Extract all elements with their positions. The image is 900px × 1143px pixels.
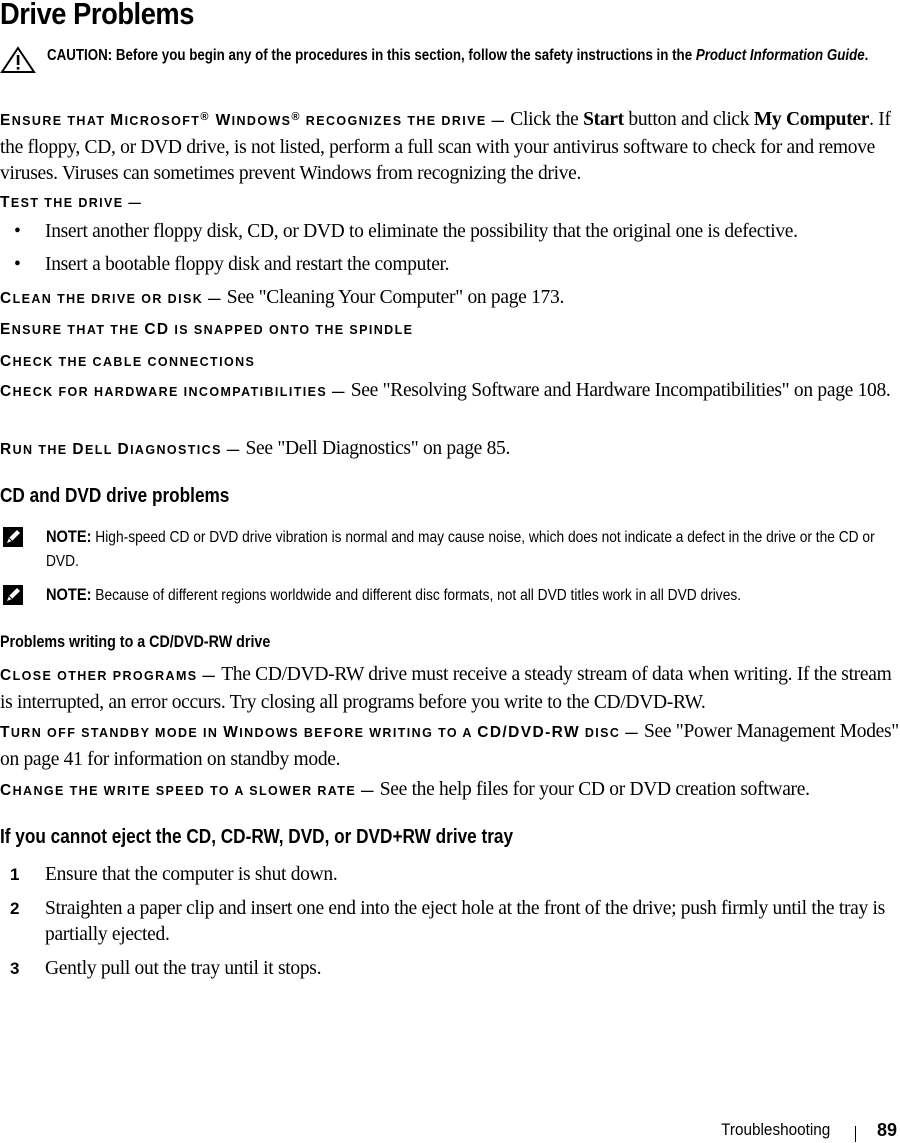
step-number: 1: [10, 865, 20, 884]
footer-section-title: Troubleshooting: [720, 1120, 830, 1139]
test-drive-heading: Test the drive —: [0, 194, 143, 211]
warning-triangle-icon: [0, 46, 36, 73]
bullet-icon: •: [14, 221, 21, 242]
check-cable-heading: Check the cable connections: [0, 353, 256, 370]
note-pencil-icon: [3, 527, 23, 547]
cd-dvd-heading: CD and DVD drive problems: [0, 485, 230, 507]
incompatibilities-page-ref[interactable]: See "Resolving Software and Hardware Inc…: [351, 380, 891, 401]
writing-heading: Problems writing to a CD/DVD-RW drive: [0, 632, 271, 651]
bullet-icon: •: [14, 254, 21, 275]
note-label: NOTE:: [46, 527, 92, 546]
start-button-ref: Start: [583, 109, 624, 131]
diagnostics-page-ref[interactable]: See "Dell Diagnostics" on page 85.: [246, 438, 511, 459]
my-computer-ref: My Computer: [753, 109, 870, 131]
step-number: 2: [10, 899, 20, 918]
run-diagnostics-paragraph: Run the Dell Diagnostics — See "Dell Dia…: [0, 438, 511, 459]
clean-drive-paragraph: Clean the drive or disk — See "Cleaning …: [0, 287, 565, 308]
eject-heading: If you cannot eject the CD, CD-RW, DVD, …: [0, 826, 514, 848]
note-pencil-icon: [3, 585, 23, 605]
guide-name: Product Information Guide: [695, 47, 865, 64]
close-programs-paragraph: Close other programs — The CD/DVD-RW dri…: [0, 664, 892, 713]
caution-label: CAUTION:: [47, 47, 113, 64]
write-speed-paragraph: Change the write speed to a slower rate …: [0, 779, 810, 800]
step-number: 3: [10, 959, 20, 978]
ensure-windows-lead: Ensure that Microsoft® Windows® recogniz…: [0, 111, 511, 130]
page-footer: Troubleshooting 89: [0, 1120, 900, 1142]
footer-divider: [855, 1126, 856, 1142]
standby-paragraph: Turn off standby mode in Windows before …: [0, 721, 899, 770]
caution-text: CAUTION: Before you begin any of the pro…: [47, 47, 869, 64]
check-hardware-paragraph: Check for hardware incompatibilities — S…: [0, 380, 891, 401]
ensure-cd-heading: Ensure that the CD is snapped onto the s…: [0, 321, 414, 338]
note-label: NOTE:: [46, 585, 92, 604]
page-title: Drive Problems: [0, 0, 194, 31]
cleaning-page-ref[interactable]: See "Cleaning Your Computer" on page 173…: [227, 287, 565, 308]
page-number: 89: [876, 1120, 897, 1140]
ensure-windows-paragraph: Ensure that Microsoft® Windows® recogniz…: [0, 109, 891, 185]
